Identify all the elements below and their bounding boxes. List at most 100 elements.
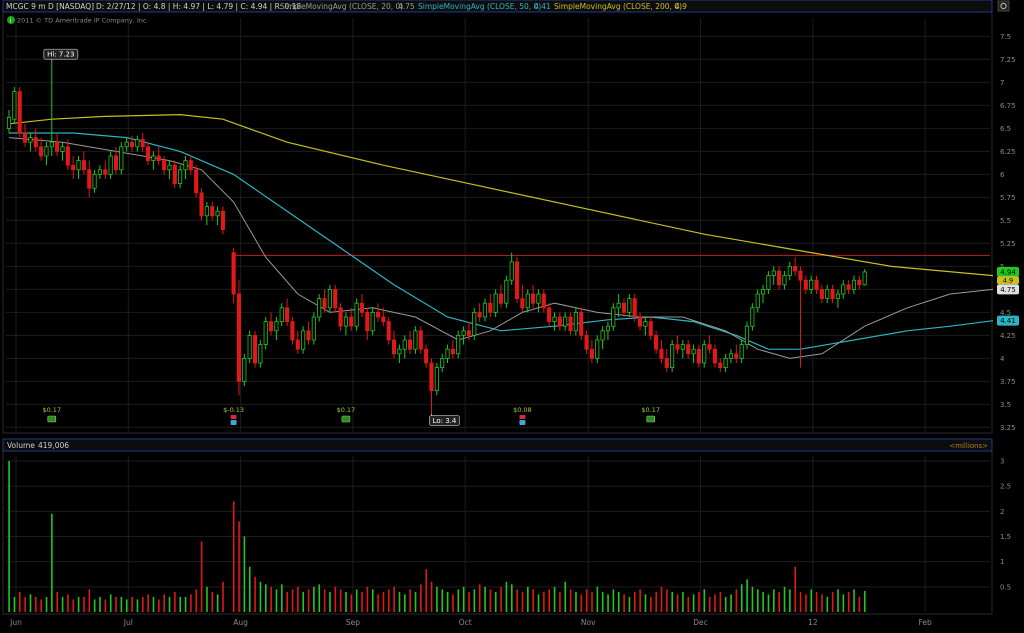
earnings-phone-icon <box>519 415 526 419</box>
candle-body <box>675 344 680 350</box>
dividend-icon <box>47 415 57 423</box>
candle-body <box>322 298 327 309</box>
candle-body <box>819 288 824 299</box>
candle-body <box>92 173 97 189</box>
candle-body <box>290 321 295 341</box>
volume-bar <box>18 591 21 612</box>
low-label: Lo: 3.4 <box>433 417 457 425</box>
candle-body <box>311 316 316 341</box>
candle-body <box>188 160 193 171</box>
copyright-text: 2011 © TD Ameritrade IP Company, Inc. <box>17 17 149 25</box>
volume-bar <box>639 589 641 612</box>
candle-body <box>627 298 632 313</box>
candle-body <box>803 279 808 290</box>
candle-body <box>359 302 365 313</box>
candle-body <box>135 139 140 148</box>
candle-body <box>536 293 541 304</box>
volume-bar <box>794 566 797 612</box>
volume-bar <box>543 591 545 612</box>
symbol-label[interactable]: MCGC 9 m D [NASDAQ] <box>6 2 94 11</box>
candle-body <box>718 362 723 368</box>
candle-body <box>445 348 450 359</box>
price-pane <box>2 11 993 434</box>
candle-body <box>841 284 846 295</box>
candle-body <box>156 155 161 161</box>
volume-bar <box>8 461 10 612</box>
candle-body <box>851 279 857 290</box>
candle-body <box>28 137 33 143</box>
event-amount: $0.17 <box>641 406 660 414</box>
volume-tick-label: 2 <box>1000 508 1004 516</box>
earnings-icon <box>230 420 237 425</box>
volume-bar <box>612 589 615 612</box>
volume-bar <box>56 591 59 612</box>
volume-bar <box>297 586 299 612</box>
candle-body <box>600 330 605 341</box>
candle-body <box>498 293 504 304</box>
volume-bar <box>13 596 16 612</box>
candle-body <box>568 316 573 332</box>
price-tick-label: 7.25 <box>1000 56 1016 64</box>
candle-body <box>520 298 525 309</box>
volume-bar <box>494 591 497 612</box>
volume-bar <box>810 589 813 612</box>
candle-body <box>814 279 819 290</box>
sma50-label[interactable]: SimpleMovingAvg (CLOSE, 50, 0) <box>418 2 541 11</box>
candle-body <box>664 357 669 368</box>
volume-bar <box>414 591 417 612</box>
volume-bar <box>853 589 855 612</box>
volume-bar <box>773 589 775 612</box>
volume-bar <box>457 589 460 612</box>
volume-bar <box>676 594 679 612</box>
volume-bar <box>398 591 401 612</box>
volume-bar <box>243 536 246 612</box>
candle-body <box>60 146 65 152</box>
earnings-phone-icon <box>230 415 237 419</box>
candle-body <box>210 206 215 217</box>
volume-bar <box>863 590 866 612</box>
candle-body <box>103 169 108 175</box>
volume-bar <box>596 586 599 612</box>
candle-body <box>691 348 696 355</box>
candle-body <box>317 298 322 318</box>
volume-bar <box>756 589 759 612</box>
time-tick-label: Jul <box>123 618 133 627</box>
volume-bar <box>831 591 834 612</box>
chart-svg: 3.253.53.7544.254.54.7555.255.55.7566.25… <box>2 0 1019 627</box>
volume-bar <box>425 569 428 612</box>
candle-body <box>702 344 707 364</box>
candle-body <box>55 141 60 152</box>
volume-value: 419,006 <box>38 441 69 450</box>
sma200-label[interactable]: SimpleMovingAvg (CLOSE, 200, 0) <box>554 2 682 11</box>
volume-bar <box>152 596 155 612</box>
candle-body <box>343 316 348 327</box>
volume-bar <box>671 591 674 612</box>
volume-bar <box>441 589 444 612</box>
svg-text:4.94: 4.94 <box>1000 268 1016 276</box>
volume-bar <box>125 599 128 612</box>
volume-bar <box>730 594 732 612</box>
candle-body <box>654 334 659 350</box>
candle-body <box>215 210 220 217</box>
volume-bar <box>430 581 433 612</box>
sma20-label[interactable]: SimpleMovingAvg (CLOSE, 20, 0) <box>280 2 403 11</box>
candle-body <box>541 293 546 309</box>
price-tick-label: 3.75 <box>1000 378 1016 386</box>
candle-body <box>825 288 830 299</box>
candle-body <box>301 330 306 350</box>
volume-bar <box>366 586 369 612</box>
candle-body <box>434 367 439 392</box>
candle-body <box>140 139 145 148</box>
candle-body <box>777 270 782 286</box>
candle-body <box>686 344 691 355</box>
volume-bar <box>815 591 818 612</box>
volume-bar <box>521 591 524 612</box>
volume-bar <box>724 596 727 612</box>
candle-body <box>579 311 584 336</box>
settings-gear-icon[interactable] <box>997 0 1010 12</box>
candle-body <box>547 307 552 322</box>
volume-bar <box>532 589 534 612</box>
volume-bar <box>805 594 807 612</box>
candle-body <box>712 348 717 364</box>
volume-bar <box>575 591 577 612</box>
